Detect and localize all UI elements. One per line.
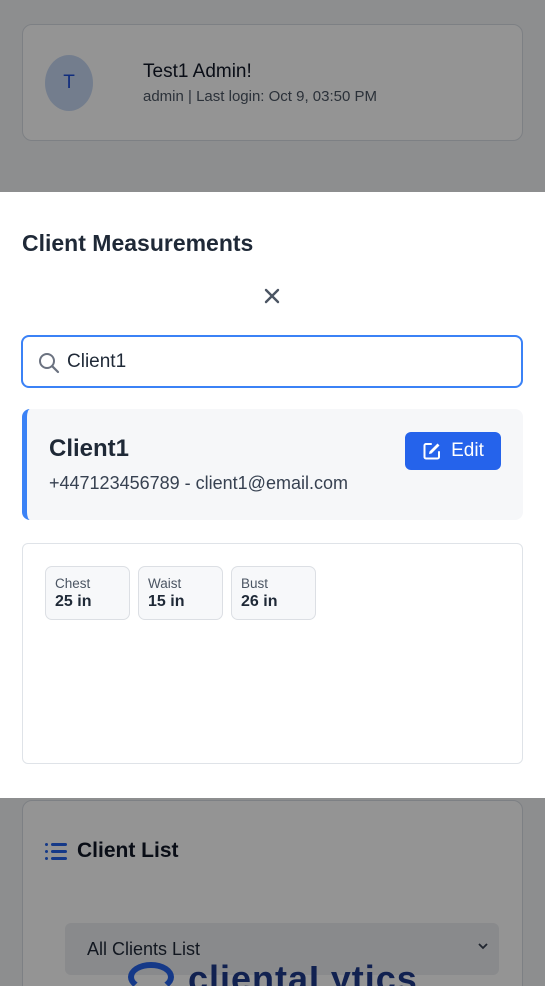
measurement-bust: Bust 26 in [231, 566, 316, 620]
search-field[interactable] [21, 335, 523, 388]
measurement-label: Chest [55, 576, 91, 591]
client-measurements-modal: Client Measurements Client1 +44712345678… [0, 192, 545, 798]
measurement-value: 25 in [55, 593, 92, 610]
client-contact: +447123456789 - client1@email.com [49, 473, 348, 493]
modal-title: Client Measurements [22, 230, 254, 256]
edit-icon [423, 443, 441, 460]
client-card: Client1 +447123456789 - client1@email.co… [22, 409, 523, 520]
edit-button[interactable]: Edit [405, 432, 501, 470]
close-button[interactable] [258, 282, 286, 310]
edit-button-label: Edit [451, 440, 484, 461]
search-icon [39, 353, 60, 374]
close-icon [264, 288, 280, 304]
measurement-label: Waist [148, 576, 182, 591]
measurement-label: Bust [241, 576, 269, 591]
search-input[interactable] [67, 345, 507, 379]
measurement-waist: Waist 15 in [138, 566, 223, 620]
measurement-chest: Chest 25 in [45, 566, 130, 620]
measurement-value: 15 in [148, 593, 185, 610]
measurements-panel: Chest 25 in Waist 15 in Bust 26 in [22, 543, 523, 764]
measurement-value: 26 in [241, 593, 278, 610]
client-name: Client1 [49, 435, 130, 462]
